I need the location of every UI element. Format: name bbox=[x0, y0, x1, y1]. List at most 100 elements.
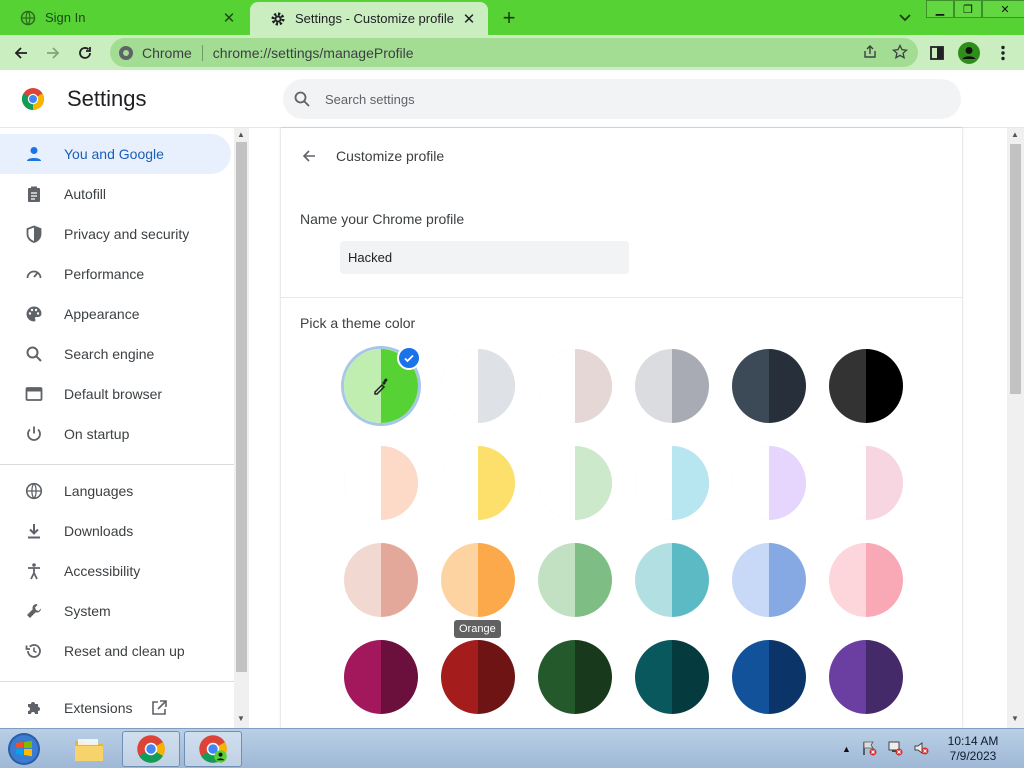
network-icon[interactable] bbox=[887, 740, 903, 759]
taskbar-chrome-icon[interactable] bbox=[122, 731, 180, 767]
sidebar-item-appearance[interactable]: Appearance bbox=[0, 294, 231, 334]
settings-search[interactable] bbox=[283, 79, 961, 119]
profile-avatar-icon[interactable] bbox=[956, 40, 982, 66]
minimize-button[interactable]: ▁ bbox=[926, 0, 954, 18]
theme-color-swatch[interactable] bbox=[538, 349, 612, 423]
theme-color-swatch[interactable] bbox=[829, 543, 903, 617]
sidebar-item-extensions[interactable]: Extensions bbox=[0, 688, 231, 728]
scroll-down-arrow-icon[interactable]: ▼ bbox=[237, 714, 245, 723]
close-window-button[interactable]: ✕ bbox=[982, 0, 1024, 18]
sidebar-item-search-engine[interactable]: Search engine bbox=[0, 334, 231, 374]
palette-icon bbox=[24, 304, 44, 324]
theme-color-swatch[interactable] bbox=[344, 543, 418, 617]
sidebar-item-languages[interactable]: Languages bbox=[0, 471, 231, 511]
sidebar-item-privacy[interactable]: Privacy and security bbox=[0, 214, 231, 254]
address-bar[interactable]: Chrome chrome://settings/manageProfile bbox=[110, 38, 918, 67]
sidebar-item-reset[interactable]: Reset and clean up bbox=[0, 631, 231, 671]
back-arrow-icon[interactable] bbox=[8, 40, 34, 66]
theme-color-swatch[interactable] bbox=[732, 640, 806, 714]
scroll-up-arrow-icon[interactable]: ▲ bbox=[237, 130, 245, 139]
sidebar-scrollbar[interactable]: ▲ ▼ bbox=[234, 128, 249, 728]
taskbar-chrome-profile-icon[interactable] bbox=[184, 731, 242, 767]
sidebar-item-label: Languages bbox=[64, 483, 134, 499]
volume-muted-icon[interactable] bbox=[913, 740, 929, 759]
tab-settings[interactable]: Settings - Customize profile ✕ bbox=[250, 2, 488, 35]
theme-color-swatch[interactable] bbox=[635, 543, 709, 617]
close-tab-icon[interactable]: ✕ bbox=[220, 9, 238, 27]
scroll-up-arrow-icon[interactable]: ▲ bbox=[1011, 130, 1019, 139]
sidebar-item-performance[interactable]: Performance bbox=[0, 254, 231, 294]
theme-color-swatch[interactable] bbox=[538, 446, 612, 520]
sidebar-item-label: Privacy and security bbox=[64, 226, 190, 242]
separator bbox=[201, 44, 203, 61]
tab-search-chevron-icon[interactable] bbox=[894, 7, 916, 29]
swatch-left-half bbox=[829, 543, 866, 617]
sidebar-item-on-startup[interactable]: On startup bbox=[0, 414, 231, 454]
profile-name-input[interactable] bbox=[340, 241, 629, 274]
theme-color-swatch[interactable] bbox=[441, 543, 515, 617]
url-text: chrome://settings/manageProfile bbox=[212, 44, 414, 61]
theme-color-swatch[interactable] bbox=[732, 446, 806, 520]
sidebar-divider bbox=[0, 681, 234, 682]
theme-color-swatch[interactable] bbox=[441, 349, 515, 423]
theme-color-swatch[interactable] bbox=[732, 349, 806, 423]
accessibility-icon bbox=[24, 561, 44, 581]
window-controls: ▁ ❐ ✕ bbox=[926, 0, 1024, 18]
tab-sign-in[interactable]: Sign In ✕ bbox=[0, 0, 248, 35]
sidebar-item-default-browser[interactable]: Default browser bbox=[0, 374, 231, 414]
swatch-left-half bbox=[732, 640, 769, 714]
theme-color-swatch[interactable] bbox=[344, 640, 418, 714]
side-panel-icon[interactable] bbox=[924, 40, 950, 66]
swatch-left-half bbox=[344, 640, 381, 714]
theme-color-swatch[interactable] bbox=[829, 640, 903, 714]
windows-taskbar: ▲ 10:14 AM 7/9/2023 bbox=[0, 728, 1024, 768]
theme-color-swatch[interactable] bbox=[344, 446, 418, 520]
swatch-left-half bbox=[344, 543, 381, 617]
bookmark-star-icon[interactable] bbox=[891, 43, 909, 63]
sidebar-item-autofill[interactable]: Autofill bbox=[0, 174, 231, 214]
gear-icon bbox=[270, 11, 286, 27]
forward-arrow-icon[interactable] bbox=[40, 40, 66, 66]
reload-icon[interactable] bbox=[72, 40, 98, 66]
close-tab-icon[interactable]: ✕ bbox=[460, 10, 478, 28]
swatch-right-half bbox=[769, 543, 806, 617]
search-input[interactable] bbox=[325, 91, 925, 107]
new-tab-button[interactable]: + bbox=[496, 5, 522, 31]
site-chip[interactable]: Chrome bbox=[118, 45, 192, 61]
theme-color-swatch[interactable] bbox=[829, 446, 903, 520]
theme-color-swatch[interactable] bbox=[732, 543, 806, 617]
theme-color-swatch[interactable] bbox=[635, 640, 709, 714]
restore-button[interactable]: ❐ bbox=[954, 0, 982, 18]
clock-time: 10:14 AM bbox=[947, 734, 999, 748]
theme-color-swatch[interactable] bbox=[441, 640, 515, 714]
theme-color-swatch[interactable] bbox=[635, 349, 709, 423]
action-center-flag-icon[interactable] bbox=[861, 740, 877, 759]
shield-icon bbox=[24, 224, 44, 244]
page-scrollbar[interactable]: ▲ ▼ bbox=[1007, 128, 1024, 728]
scroll-down-arrow-icon[interactable]: ▼ bbox=[1011, 714, 1019, 723]
scrollbar-thumb[interactable] bbox=[1010, 144, 1021, 394]
sidebar-item-downloads[interactable]: Downloads bbox=[0, 511, 231, 551]
back-arrow-icon[interactable] bbox=[299, 146, 319, 166]
theme-color-swatch[interactable] bbox=[829, 349, 903, 423]
scrollbar-thumb[interactable] bbox=[236, 142, 247, 672]
swatch-right-half bbox=[672, 543, 709, 617]
menu-kebab-icon[interactable] bbox=[990, 40, 1016, 66]
theme-color-swatch[interactable] bbox=[538, 543, 612, 617]
theme-color-swatch[interactable] bbox=[441, 446, 515, 520]
open-in-new-icon[interactable] bbox=[150, 699, 168, 717]
theme-color-swatch[interactable] bbox=[538, 640, 612, 714]
sidebar-item-accessibility[interactable]: Accessibility bbox=[0, 551, 231, 591]
theme-color-swatch[interactable] bbox=[635, 446, 709, 520]
sidebar-item-label: Performance bbox=[64, 266, 145, 282]
sidebar-item-system[interactable]: System bbox=[0, 591, 231, 631]
show-hidden-icons-icon[interactable]: ▲ bbox=[842, 744, 851, 754]
tab-title: Settings - Customize profile bbox=[295, 11, 454, 26]
share-icon[interactable] bbox=[862, 44, 878, 63]
swatch-left-half bbox=[732, 446, 769, 520]
start-button[interactable] bbox=[4, 730, 44, 768]
taskbar-file-explorer-icon[interactable] bbox=[60, 731, 118, 767]
sidebar-item-you-and-google[interactable]: You and Google bbox=[0, 134, 231, 174]
taskbar-clock[interactable]: 10:14 AM 7/9/2023 bbox=[940, 734, 1006, 764]
swatch-right-half bbox=[381, 543, 418, 617]
